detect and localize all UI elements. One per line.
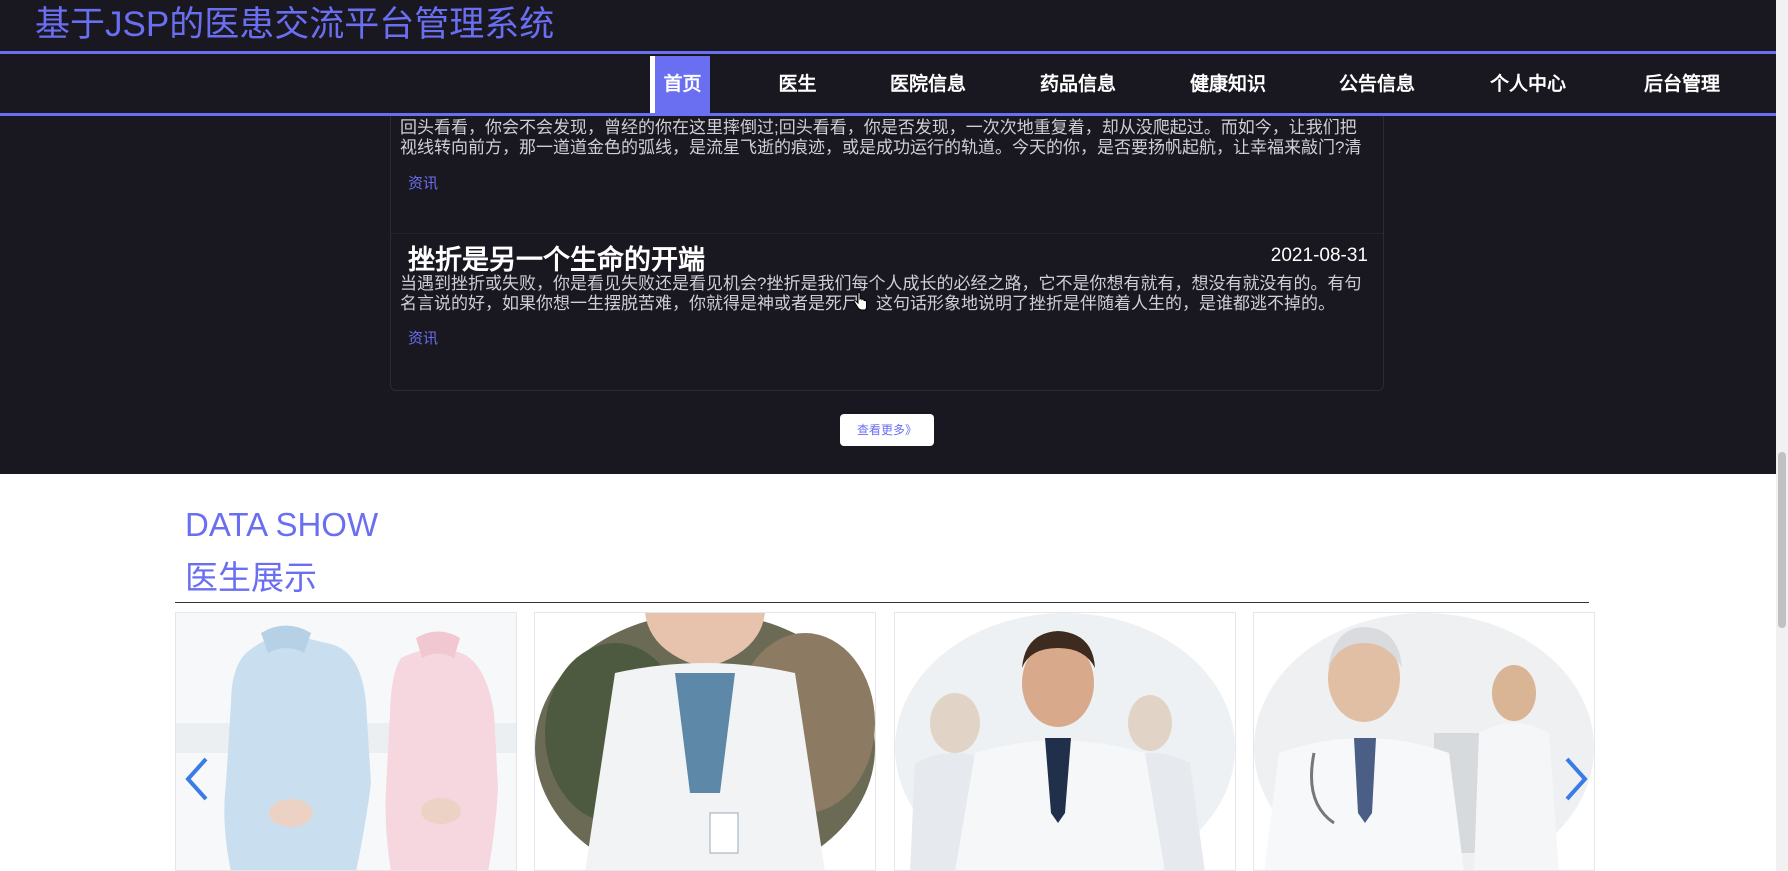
news-excerpt: 回头看看，你会不会发现，曾经的你在这里摔倒过;回头看看，你是否发现，一次次地重复… bbox=[400, 118, 1362, 157]
doctor-photo bbox=[895, 613, 1235, 870]
carousel-next-icon[interactable] bbox=[1563, 757, 1589, 801]
news-title[interactable]: 挫折是另一个生命的开端 bbox=[408, 238, 705, 277]
section-title-en: DATA SHOW bbox=[185, 506, 379, 543]
doctor-card[interactable] bbox=[534, 612, 876, 871]
doctor-photo bbox=[176, 613, 516, 870]
view-more-button[interactable]: 查看更多》 bbox=[840, 414, 934, 446]
news-date: 2021-08-31 bbox=[1270, 245, 1368, 266]
nav-item-announcements[interactable]: 公告信息 bbox=[1329, 56, 1425, 113]
divider bbox=[391, 233, 1383, 234]
nav-item-hospital-info[interactable]: 医院信息 bbox=[880, 56, 976, 113]
nav-item-home[interactable]: 首页 bbox=[650, 56, 710, 113]
nav-item-medicine-info[interactable]: 药品信息 bbox=[1030, 56, 1126, 113]
news-tag[interactable]: 资讯 bbox=[408, 172, 438, 193]
section-divider bbox=[175, 602, 1589, 603]
scrollbar[interactable] bbox=[1776, 0, 1788, 871]
doctor-card[interactable] bbox=[175, 612, 517, 871]
news-excerpt: 当遇到挫折或失败，你是看见失败还是看见机会?挫折是我们每个人成长的必经之路，它不… bbox=[400, 274, 1362, 313]
doctor-card[interactable] bbox=[894, 612, 1236, 871]
scrollbar-thumb[interactable] bbox=[1778, 452, 1786, 628]
nav-item-health-knowledge[interactable]: 健康知识 bbox=[1180, 56, 1276, 113]
section-title-cn: 医生展示 bbox=[185, 559, 317, 596]
site-title: 基于JSP的医患交流平台管理系统 bbox=[35, 5, 555, 44]
hand-cursor-icon bbox=[853, 292, 867, 311]
nav-item-admin[interactable]: 后台管理 bbox=[1634, 56, 1730, 113]
site-header: 基于JSP的医患交流平台管理系统 bbox=[0, 0, 1776, 54]
main-nav: 首页 医生 医院信息 药品信息 健康知识 公告信息 个人中心 后台管理 bbox=[0, 54, 1776, 116]
doctor-photo bbox=[535, 613, 875, 870]
nav-item-personal-center[interactable]: 个人中心 bbox=[1480, 56, 1576, 113]
news-tag[interactable]: 资讯 bbox=[408, 327, 438, 348]
doctor-card[interactable] bbox=[1253, 612, 1595, 871]
doctor-photo bbox=[1254, 613, 1594, 870]
nav-item-doctors[interactable]: 医生 bbox=[760, 56, 835, 113]
carousel-prev-icon[interactable] bbox=[184, 757, 210, 801]
